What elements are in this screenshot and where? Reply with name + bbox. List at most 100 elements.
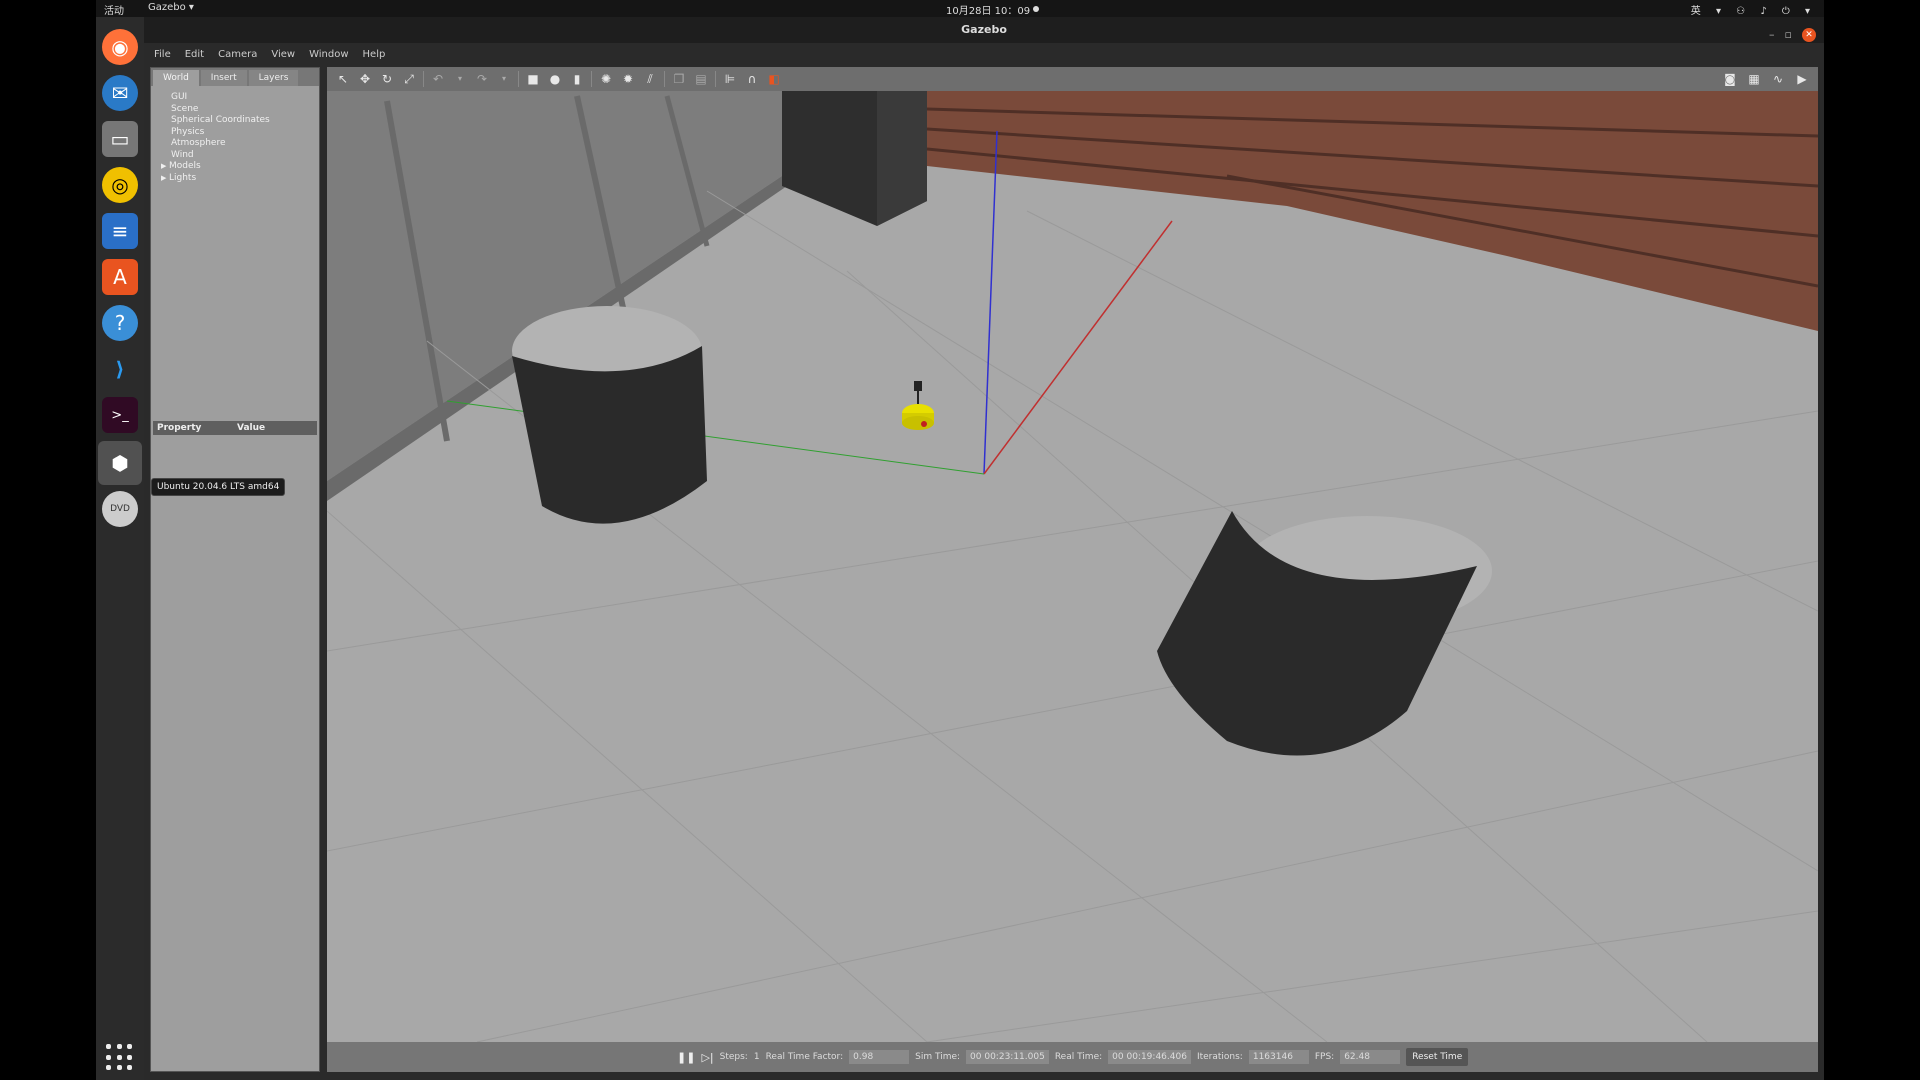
gazebo-icon[interactable]: ⬢: [98, 441, 142, 485]
box-shape-icon[interactable]: ■: [525, 71, 541, 87]
3d-viewport[interactable]: [327, 91, 1818, 1042]
menu-edit[interactable]: Edit: [185, 49, 204, 60]
sim-time-label: Sim Time:: [915, 1052, 961, 1062]
system-tray[interactable]: 英 ▾ ⚇ ♪ ⏻ ▾: [1691, 2, 1816, 17]
notification-dot: [1033, 6, 1039, 12]
world-tree: GUI Scene Spherical Coordinates Physics …: [157, 92, 270, 184]
activities-button[interactable]: 活动: [104, 2, 124, 17]
screenshot-icon[interactable]: ◙: [1722, 71, 1738, 87]
menubar: File Edit Camera View Window Help: [144, 43, 1824, 65]
copy-icon[interactable]: ❐: [671, 71, 687, 87]
scale-mode-icon[interactable]: ⤢: [401, 71, 417, 87]
window-title: Gazebo: [961, 23, 1007, 36]
translate-mode-icon[interactable]: ✥: [357, 71, 373, 87]
menu-file[interactable]: File: [154, 49, 171, 60]
tree-item-spherical-coordinates[interactable]: Spherical Coordinates: [157, 115, 270, 127]
software-icon[interactable]: A: [102, 259, 138, 295]
pause-icon[interactable]: ❚❚: [677, 1051, 695, 1064]
rotate-mode-icon[interactable]: ↻: [379, 71, 395, 87]
paste-icon[interactable]: ▤: [693, 71, 709, 87]
sim-time-value: 00 00:23:11.005: [966, 1050, 1049, 1064]
fps-label: FPS:: [1314, 1052, 1335, 1062]
select-mode-icon[interactable]: ↖: [335, 71, 351, 87]
left-panel: World Insert Layers GUI Scene Spherical …: [150, 67, 320, 1072]
tab-world[interactable]: World: [153, 70, 199, 86]
redo-history-icon[interactable]: ▾: [496, 71, 512, 87]
step-icon[interactable]: ▷|: [701, 1051, 713, 1064]
log-icon[interactable]: ▦: [1746, 71, 1762, 87]
app-menu[interactable]: Gazebo ▾: [148, 2, 194, 13]
cylinder-shape-icon[interactable]: ▮: [569, 71, 585, 87]
vscode-icon[interactable]: ⟩: [102, 351, 138, 387]
real-time-factor-value: 0.98: [849, 1050, 910, 1064]
tree-item-atmosphere[interactable]: Atmosphere: [157, 138, 270, 150]
tree-item-physics[interactable]: Physics: [157, 127, 270, 139]
close-icon[interactable]: ✕: [1802, 28, 1816, 42]
terminal-icon[interactable]: >_: [102, 397, 138, 433]
toolbar-separator: [518, 71, 519, 87]
redo-icon[interactable]: ↷: [474, 71, 490, 87]
value-column-header: Value: [237, 423, 266, 433]
toolbar-separator: [715, 71, 716, 87]
tree-item-lights-label: Lights: [169, 172, 197, 183]
steps-label: Steps:: [719, 1052, 748, 1062]
files-icon[interactable]: ▭: [102, 121, 138, 157]
iterations-value: 1163146: [1248, 1050, 1309, 1064]
iterations-label: Iterations:: [1196, 1052, 1243, 1062]
tree-item-scene[interactable]: Scene: [157, 104, 270, 116]
tree-item-wind[interactable]: Wind: [157, 150, 270, 162]
tab-layers[interactable]: Layers: [248, 70, 299, 86]
gnome-top-bar: 活动 Gazebo ▾ 10月28日 10：09 英 ▾ ⚇ ♪ ⏻ ▾: [96, 0, 1824, 17]
undo-icon[interactable]: ↶: [430, 71, 446, 87]
directional-light-icon[interactable]: ⫽: [642, 71, 658, 87]
real-time-value: 00 00:19:46.406: [1108, 1050, 1191, 1064]
panel-tabs: World Insert Layers: [151, 68, 319, 86]
window-titlebar[interactable]: Gazebo – ▫ ✕: [144, 17, 1824, 43]
reset-time-button[interactable]: Reset Time: [1406, 1048, 1469, 1066]
status-bar: ❚❚ ▷| Steps: 1 Real Time Factor: 0.98 Si…: [327, 1042, 1818, 1072]
toolbar-separator: [423, 71, 424, 87]
real-time-factor-label: Real Time Factor:: [765, 1052, 844, 1062]
sphere-shape-icon[interactable]: ●: [547, 71, 563, 87]
show-applications-icon[interactable]: [106, 1044, 134, 1072]
tree-item-gui[interactable]: GUI: [157, 92, 270, 104]
firefox-icon[interactable]: ◉: [102, 29, 138, 65]
snap-icon[interactable]: ∩: [744, 71, 760, 87]
tree-item-models[interactable]: ▶ Models: [157, 161, 270, 173]
real-time-label: Real Time:: [1054, 1052, 1103, 1062]
toolbar-separator: [591, 71, 592, 87]
scene-render: [327, 91, 1818, 1042]
menu-window[interactable]: Window: [309, 49, 348, 60]
writer-icon[interactable]: ≡: [102, 213, 138, 249]
steps-value[interactable]: 1: [754, 1052, 760, 1062]
tree-item-models-label: Models: [169, 161, 201, 171]
undo-history-icon[interactable]: ▾: [452, 71, 468, 87]
align-icon[interactable]: ⊫: [722, 71, 738, 87]
point-light-icon[interactable]: ✺: [598, 71, 614, 87]
menu-camera[interactable]: Camera: [218, 49, 257, 60]
left-cylinder-body: [512, 346, 707, 524]
property-column-header: Property: [157, 423, 202, 433]
tree-item-lights[interactable]: ▶ Lights: [157, 173, 270, 185]
thunderbird-icon[interactable]: ✉: [102, 75, 138, 111]
tab-insert[interactable]: Insert: [200, 70, 247, 86]
toolbar-separator: [664, 71, 665, 87]
menu-help[interactable]: Help: [363, 49, 386, 60]
dock-tooltip: Ubuntu 20.04.6 LTS amd64: [151, 478, 286, 496]
gazebo-window: Gazebo – ▫ ✕ File Edit Camera View Windo…: [144, 17, 1824, 1080]
expand-arrow-icon[interactable]: ▶: [161, 161, 169, 173]
expand-arrow-icon[interactable]: ▶: [161, 173, 169, 185]
scene-toolbar: ↖ ✥ ↻ ⤢ ↶ ▾ ↷ ▾ ■ ● ▮ ✺ ✹ ⫽ ❐ ▤ ⊫ ∩ ◧ ◙ …: [327, 67, 1818, 91]
plot-icon[interactable]: ∿: [1770, 71, 1786, 87]
dvd-icon[interactable]: DVD: [102, 491, 138, 527]
dock: ◉ ✉ ▭ ◎ ≡ A ? ⟩ >_ ⬢ DVD: [96, 17, 144, 1080]
spot-light-icon[interactable]: ✹: [620, 71, 636, 87]
menu-view[interactable]: View: [271, 49, 295, 60]
rhythmbox-icon[interactable]: ◎: [102, 167, 138, 203]
record-video-icon[interactable]: ▶: [1794, 71, 1810, 87]
clock[interactable]: 10月28日 10：09: [946, 2, 1030, 17]
fps-value: 62.48: [1340, 1050, 1401, 1064]
help-icon[interactable]: ?: [102, 305, 138, 341]
change-view-icon[interactable]: ◧: [766, 71, 782, 87]
property-table-header: Property Value: [153, 421, 317, 435]
